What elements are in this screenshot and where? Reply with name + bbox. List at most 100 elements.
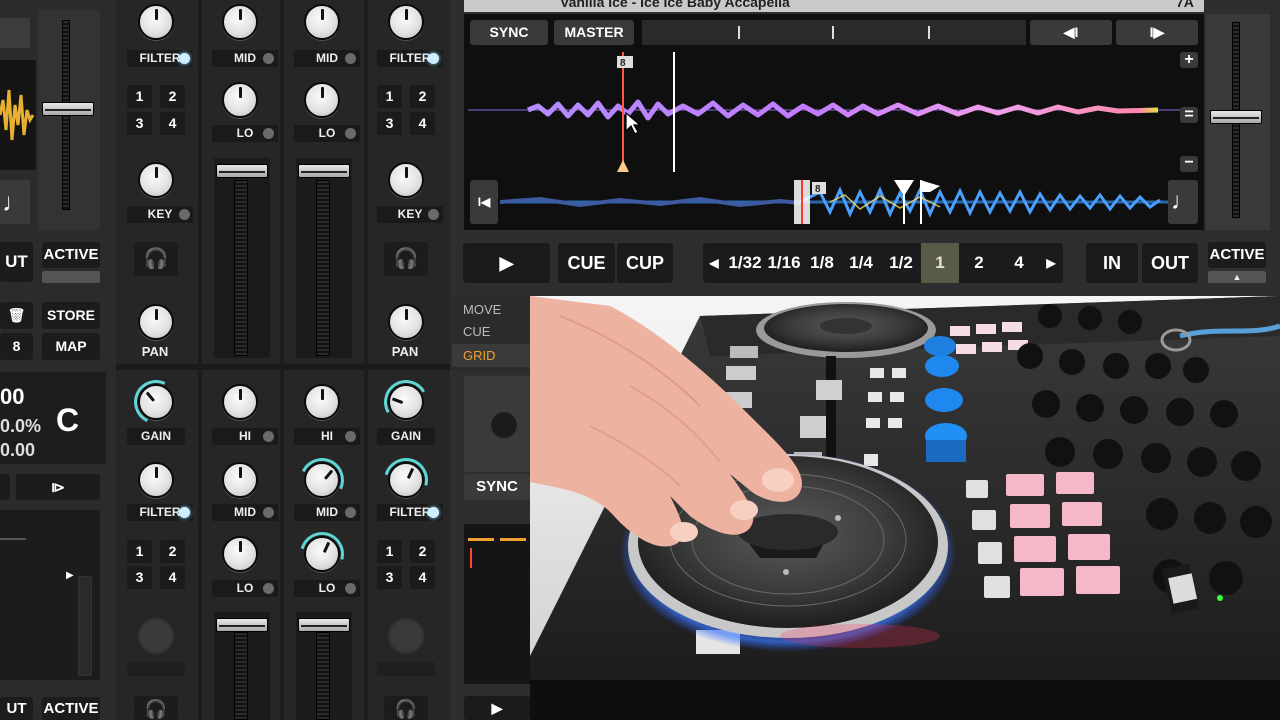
zoom-reset-button[interactable]: = [1180,107,1198,123]
ch2-hi-led[interactable] [263,431,274,442]
left-note-icon[interactable]: ♩ [0,180,30,224]
deck-d-jog[interactable] [464,376,530,472]
ch2-lo-knob[interactable] [222,82,258,118]
zoom-out-button[interactable]: − [1180,155,1198,172]
ch3-bot-mid-led[interactable] [345,507,356,518]
ch2-volume-fader[interactable] [216,164,268,178]
ch3-mid-led[interactable] [345,53,356,64]
deck-a-beatjump-forward[interactable]: I▶ [1116,20,1198,45]
deck-a-play-button[interactable]: ▶ [463,243,550,283]
ch1-headphone-button[interactable]: 🎧 [134,242,178,276]
loop-prev-arrow[interactable]: ◀ [703,243,725,283]
ch1-bot-fx-1[interactable]: 1 [127,540,152,563]
ch2-hi-knob[interactable] [222,384,258,420]
deck-d-play-button[interactable]: ▶ [464,696,530,720]
loop-size-1-8[interactable]: 1/8 [803,243,841,283]
left-out-button[interactable]: UT [0,242,33,282]
ch1-fx-3[interactable]: 3 [127,112,152,135]
loop-size-1-4[interactable]: 1/4 [841,243,881,283]
ch4-bot-key-knob[interactable] [388,618,424,654]
deck-a-cup-button[interactable]: CUP [617,243,673,283]
left-cue-number[interactable]: 8 [0,333,33,360]
left-store-button[interactable]: STORE [42,302,100,329]
ch4-bot-fx-3[interactable]: 3 [377,566,402,589]
ch2-bot-volume-fader[interactable] [216,618,268,632]
ch4-bot-filter-led[interactable] [428,507,439,518]
ch4-fx-4[interactable]: 4 [410,112,435,135]
ch3-bot-volume-fader[interactable] [298,618,350,632]
ch2-bot-mid-knob[interactable] [222,462,258,498]
deck-a-overview-waveform[interactable]: 8 [500,178,1168,226]
ch3-bot-lo-led[interactable] [345,583,356,594]
ch3-hi-knob[interactable] [304,384,340,420]
ch3-volume-fader[interactable] [298,164,350,178]
ch2-bot-lo-led[interactable] [263,583,274,594]
loop-size-4[interactable]: 4 [999,243,1039,283]
ch1-fx-2[interactable]: 2 [160,85,185,108]
loop-size-2[interactable]: 2 [959,243,999,283]
deck-a-return-to-start[interactable]: I◀ [470,180,498,224]
ch4-fx-3[interactable]: 3 [377,112,402,135]
ch4-bot-fx-1[interactable]: 1 [377,540,402,563]
ch1-bot-key-knob[interactable] [138,618,174,654]
ch3-lo-knob[interactable] [304,82,340,118]
loop-size-1-2[interactable]: 1/2 [881,243,921,283]
ch1-bot-fx-3[interactable]: 3 [127,566,152,589]
ch2-mid-led[interactable] [263,53,274,64]
ch4-gain-knob[interactable] [379,375,433,429]
ch4-fx-1[interactable]: 1 [377,85,402,108]
loop-next-arrow[interactable]: ▶ [1039,243,1063,283]
deck-d-sync-button[interactable]: SYNC [464,474,530,500]
ch4-bot-headphone-button[interactable]: 🎧 [384,696,428,720]
ch4-bot-fx-4[interactable]: 4 [410,566,435,589]
ch3-bot-lo-knob[interactable] [291,523,353,585]
ch2-lo-led[interactable] [263,128,274,139]
ch4-headphone-button[interactable]: 🎧 [384,242,428,276]
ch2-bot-mid-led[interactable] [263,507,274,518]
ch3-mid-knob[interactable] [304,4,340,40]
left-out-button-bottom[interactable]: UT [0,697,33,720]
left-delete-button[interactable]: 🗑 [0,302,33,329]
left-pitch-slider[interactable] [38,10,100,230]
ch4-key-knob[interactable] [388,162,424,198]
ch4-key-led[interactable] [428,209,439,220]
deck-a-note-button[interactable]: ♩ [1168,180,1198,224]
deck-a-pitch-handle[interactable] [1210,110,1262,124]
ch1-fx-1[interactable]: 1 [127,85,152,108]
ch3-lo-led[interactable] [345,128,356,139]
left-map-button[interactable]: MAP [42,333,100,360]
ch1-key-knob[interactable] [138,162,174,198]
tab-cue[interactable]: CUE [452,320,530,343]
zoom-in-button[interactable]: + [1180,52,1198,68]
deck-a-loop-in-button[interactable]: IN [1086,243,1138,283]
ch2-mid-knob[interactable] [222,4,258,40]
tab-grid[interactable]: GRID [452,344,530,367]
ch1-key-led[interactable] [179,209,190,220]
left-active-button[interactable]: ACTIVE [42,242,100,268]
ch4-fx-2[interactable]: 2 [410,85,435,108]
ch1-bot-filter-led[interactable] [179,507,190,518]
ch1-bot-filter-knob[interactable] [138,462,174,498]
loop-size-1-16[interactable]: 1/16 [765,243,803,283]
ch1-bot-fx-2[interactable]: 2 [160,540,185,563]
ch1-bot-fx-4[interactable]: 4 [160,566,185,589]
left-pitch-handle[interactable] [42,102,94,116]
deck-a-cue-button[interactable]: CUE [558,243,615,283]
loop-size-1[interactable]: 1 [921,243,959,283]
ch3-hi-led[interactable] [345,431,356,442]
tab-move[interactable]: MOVE [452,298,530,321]
deck-a-master-button[interactable]: MASTER [554,20,634,45]
ch1-filter-knob[interactable] [138,4,174,40]
ch1-bot-headphone-button[interactable]: 🎧 [134,696,178,720]
ch3-bot-mid-knob[interactable] [293,451,351,509]
ch1-fx-4[interactable]: 4 [160,112,185,135]
ch1-gain-knob[interactable] [127,373,185,431]
ch4-bot-filter-knob[interactable] [375,449,437,511]
ch2-bot-lo-knob[interactable] [222,536,258,572]
deck-a-beatjump-back[interactable]: ◀I [1030,20,1112,45]
ch1-pan-knob[interactable] [138,304,174,340]
ch4-pan-knob[interactable] [388,304,424,340]
ch4-bot-fx-2[interactable]: 2 [410,540,435,563]
deck-a-sync-button[interactable]: SYNC [470,20,548,45]
ch4-filter-led[interactable] [428,53,439,64]
